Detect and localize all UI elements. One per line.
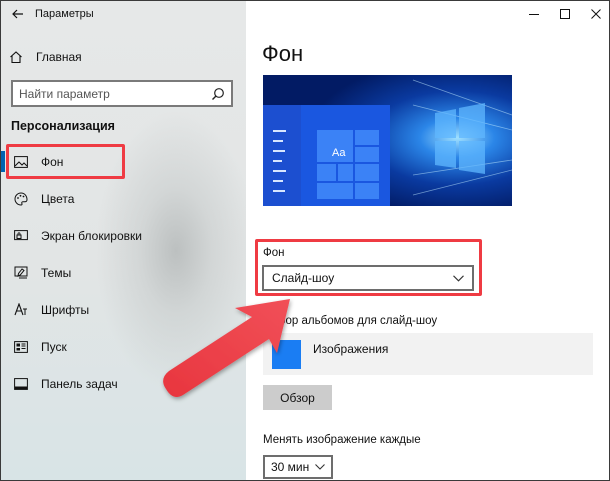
sidebar-item-start[interactable]: Пуск xyxy=(1,328,246,365)
albums-label: Выбор альбомов для слайд-шоу xyxy=(263,315,438,327)
brush-icon xyxy=(14,266,28,280)
window-title: Параметры xyxy=(35,8,94,20)
sidebar: Параметры Главная Персонализация Фон xyxy=(1,1,246,480)
interval-select[interactable]: 30 мин xyxy=(263,455,333,479)
nav-home-label: Главная xyxy=(36,50,82,64)
browse-button[interactable]: Обзор xyxy=(263,385,332,410)
chevron-down-icon xyxy=(315,464,325,470)
sidebar-item-label: Экран блокировки xyxy=(41,228,142,243)
palette-icon xyxy=(14,191,28,206)
search-box[interactable] xyxy=(11,80,233,107)
page-title: Фон xyxy=(262,41,304,66)
minimize-button[interactable] xyxy=(518,1,549,27)
background-type-label: Фон xyxy=(263,247,285,259)
nav-list: Фон Цвета Экран блокировки Темы Шрифты П… xyxy=(1,143,246,402)
chevron-down-icon xyxy=(453,274,464,282)
minimize-icon xyxy=(528,14,539,15)
title-bar: Параметры xyxy=(1,1,94,27)
lock-screen-icon xyxy=(14,229,28,243)
back-arrow-icon xyxy=(12,9,23,19)
window-controls xyxy=(518,1,609,27)
taskbar-icon xyxy=(14,377,28,391)
sidebar-item-background[interactable]: Фон xyxy=(1,143,246,180)
sidebar-item-label: Фон xyxy=(41,154,64,169)
start-icon xyxy=(14,340,28,354)
background-preview: Aa xyxy=(263,75,512,206)
search-icon[interactable] xyxy=(211,87,225,101)
desktop-preview-image xyxy=(263,75,512,206)
section-title: Персонализация xyxy=(11,119,115,133)
album-item[interactable]: Изображения xyxy=(263,333,593,375)
main-content: Фон Aa Фон Слайд-шоу Выбор альбомов для … xyxy=(246,1,609,480)
nav-home[interactable]: Главная xyxy=(9,45,82,69)
home-icon xyxy=(9,50,23,64)
back-button[interactable] xyxy=(1,1,35,27)
maximize-button[interactable] xyxy=(549,1,580,27)
font-icon xyxy=(14,303,28,317)
interval-label: Менять изображение каждые xyxy=(263,434,421,446)
background-type-value: Слайд-шоу xyxy=(272,271,335,285)
sidebar-item-label: Пуск xyxy=(41,339,67,354)
maximize-icon xyxy=(559,9,570,19)
sidebar-item-label: Шрифты xyxy=(41,302,90,317)
close-icon xyxy=(590,9,601,19)
album-thumbnail xyxy=(272,339,301,369)
settings-window: Параметры Главная Персонализация Фон xyxy=(0,0,610,481)
preview-tile-text: Aa xyxy=(332,147,346,159)
background-type-select[interactable]: Слайд-шоу xyxy=(262,265,474,291)
album-name: Изображения xyxy=(313,342,389,356)
close-button[interactable] xyxy=(580,1,609,27)
sidebar-item-fonts[interactable]: Шрифты xyxy=(1,291,246,328)
sidebar-item-colors[interactable]: Цвета xyxy=(1,180,246,217)
sidebar-item-lock-screen[interactable]: Экран блокировки xyxy=(1,217,246,254)
sidebar-item-label: Панель задач xyxy=(41,376,118,391)
sidebar-item-taskbar[interactable]: Панель задач xyxy=(1,365,246,402)
image-icon xyxy=(14,155,28,169)
sidebar-item-themes[interactable]: Темы xyxy=(1,254,246,291)
interval-value: 30 мин xyxy=(271,460,310,474)
sidebar-item-label: Цвета xyxy=(41,191,75,206)
sidebar-item-label: Темы xyxy=(41,265,72,280)
search-input[interactable] xyxy=(19,86,211,101)
